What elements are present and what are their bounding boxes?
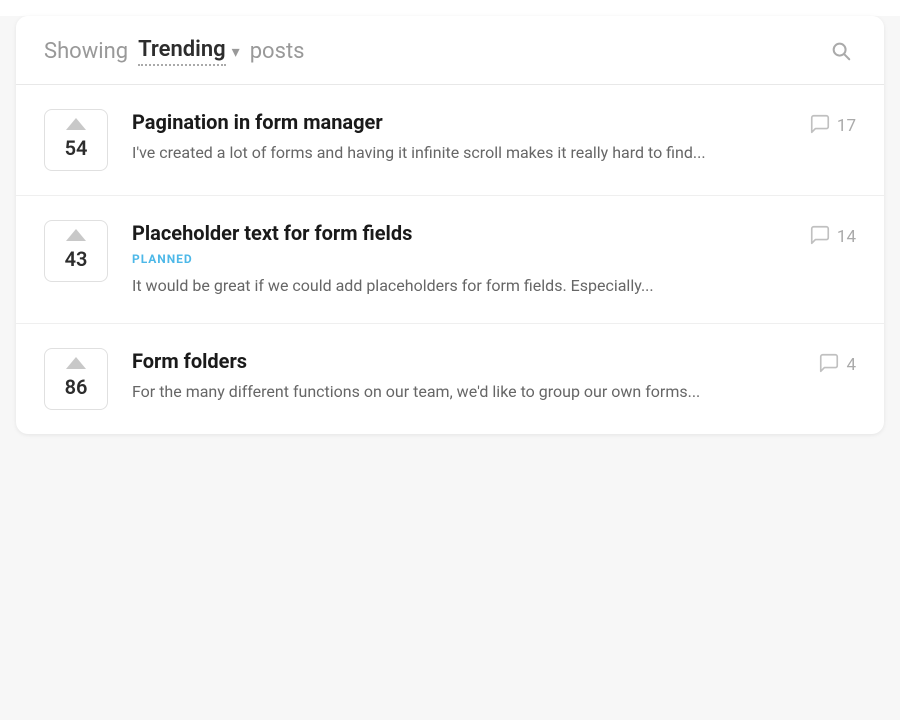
vote-count: 54 xyxy=(65,136,88,160)
dropdown-label: Trending xyxy=(138,37,226,66)
post-title[interactable]: Pagination in form manager xyxy=(132,109,786,135)
post-content: Form folders For the many different funct… xyxy=(132,348,786,405)
main-container: Showing Trending ▾ posts 54 Pagination in… xyxy=(0,16,900,720)
chevron-down-icon: ▾ xyxy=(232,42,240,61)
post-title[interactable]: Form folders xyxy=(132,348,786,374)
upvote-arrow-icon[interactable] xyxy=(66,118,86,130)
search-button[interactable] xyxy=(826,36,856,66)
list-item[interactable]: 86 Form folders For the many different fun… xyxy=(16,324,884,434)
showing-label: Showing xyxy=(44,39,128,64)
posts-label: posts xyxy=(250,39,305,64)
comment-count: 4 xyxy=(846,355,856,375)
vote-count: 86 xyxy=(65,375,88,399)
vote-box: 86 xyxy=(44,348,108,410)
header: Showing Trending ▾ posts xyxy=(16,16,884,66)
list-item[interactable]: 43 Placeholder text for form fields PLANNE… xyxy=(16,196,884,324)
comment-count: 17 xyxy=(837,116,856,136)
post-excerpt: It would be great if we could add placeh… xyxy=(132,274,786,299)
posts-card: Showing Trending ▾ posts 54 Pagination in… xyxy=(16,16,884,434)
vote-box: 54 xyxy=(44,109,108,171)
post-list: 54 Pagination in form manager I've created… xyxy=(16,85,884,434)
post-excerpt: For the many different functions on our … xyxy=(132,380,786,405)
comment-count: 14 xyxy=(837,227,856,247)
comment-icon xyxy=(818,352,840,378)
trending-dropdown[interactable]: Trending ▾ xyxy=(138,37,240,66)
comment-section: 4 xyxy=(806,348,856,378)
post-excerpt: I've created a lot of forms and having i… xyxy=(132,141,786,166)
comment-icon xyxy=(809,113,831,139)
post-content: Placeholder text for form fields PLANNED I… xyxy=(132,220,786,299)
post-content: Pagination in form manager I've created a… xyxy=(132,109,786,166)
post-title[interactable]: Placeholder text for form fields xyxy=(132,220,786,246)
comment-icon xyxy=(809,224,831,250)
search-icon xyxy=(830,40,852,62)
comment-section: 14 xyxy=(806,220,856,250)
list-item[interactable]: 54 Pagination in form manager I've created… xyxy=(16,85,884,196)
upvote-arrow-icon[interactable] xyxy=(66,357,86,369)
vote-count: 43 xyxy=(65,247,88,271)
vote-box: 43 xyxy=(44,220,108,282)
comment-section: 17 xyxy=(806,109,856,139)
post-status-badge: PLANNED xyxy=(132,252,786,266)
upvote-arrow-icon[interactable] xyxy=(66,229,86,241)
